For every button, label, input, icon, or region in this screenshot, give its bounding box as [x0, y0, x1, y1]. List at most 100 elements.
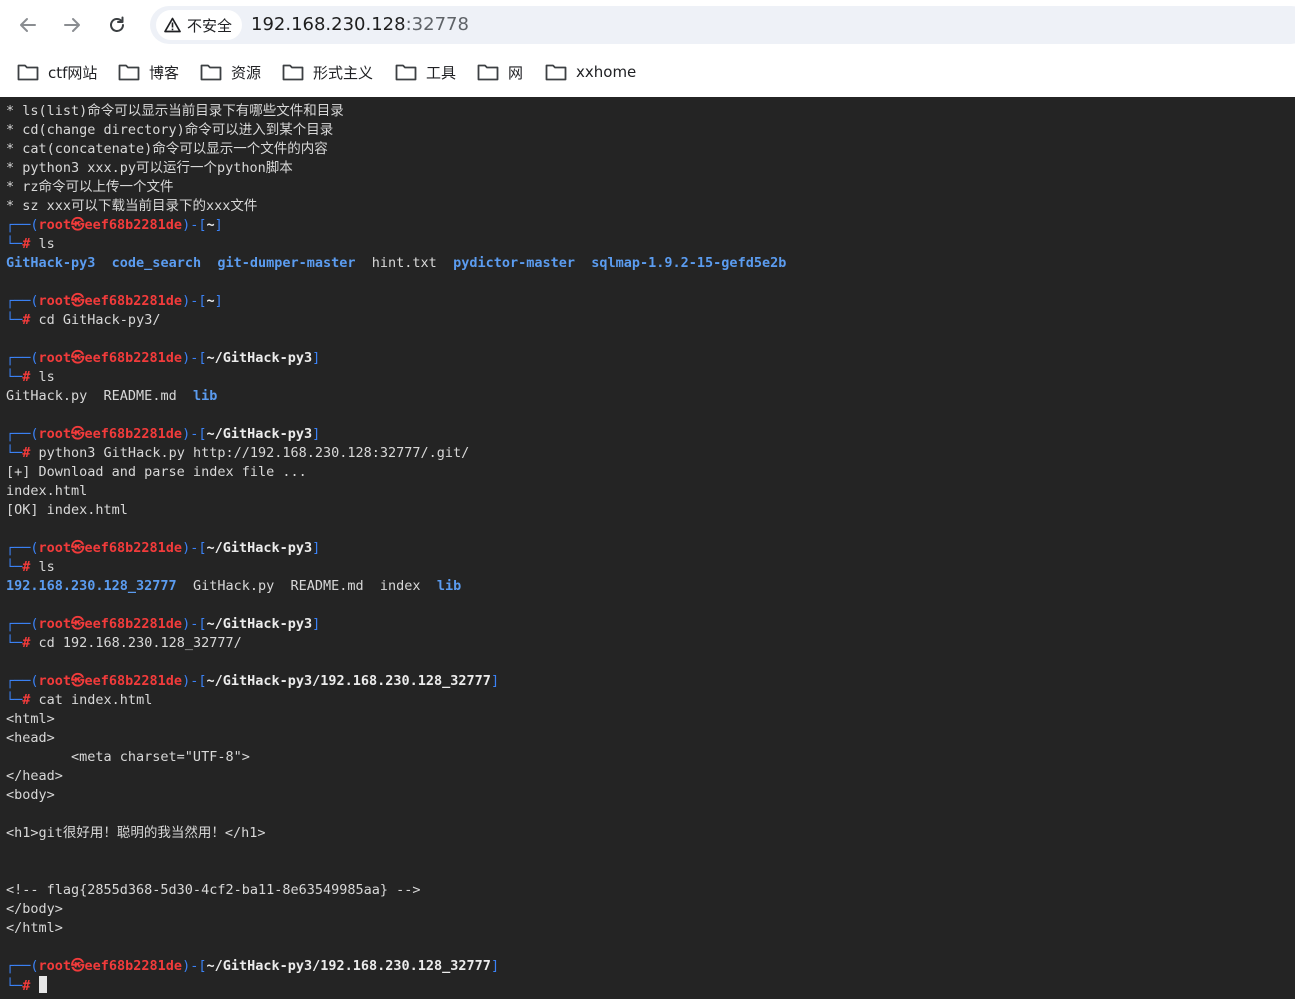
prompt-path: ~/GitHack-py3: [206, 350, 313, 366]
browser-toolbar: 不安全 192.168.230.128:32778: [0, 0, 1295, 50]
prompt-frame: └─: [6, 692, 23, 708]
bookmark-tools[interactable]: 工具: [395, 60, 456, 84]
help-line: * cd(change directory)命令可以进入到某个目录: [6, 121, 333, 140]
output-text: * rz命令可以上传一个文件: [6, 179, 174, 195]
folder-icon: [282, 64, 304, 81]
prompt-frame: └─: [6, 635, 23, 651]
prompt-path: ~/GitHack-py3/192.168.230.128_32777: [206, 673, 491, 689]
bookmarks-bar: ctf网站 博客 资源 形式主义 工具 网 xxhome: [0, 50, 1295, 97]
file-entry: index: [379, 578, 421, 594]
folder-icon: [395, 64, 417, 81]
ls-output: GitHack-py3 code_search git-dumper-maste…: [6, 254, 786, 273]
output-text: <body>: [6, 787, 55, 803]
output-text: * python3 xxx.py可以运行一个python脚本: [6, 160, 293, 176]
bookmark-ctf[interactable]: ctf网站: [17, 60, 97, 84]
prompt-frame: )-[: [182, 293, 207, 309]
prompt-line: ┌──(root㉿eef68b2281de)-[~/GitHack-py3]: [6, 349, 320, 368]
prompt-at: ㉿: [71, 426, 85, 442]
directory-entry: lib: [192, 388, 218, 404]
back-button[interactable]: [11, 8, 45, 42]
output-text: <html>: [6, 711, 55, 727]
bookmark-blog[interactable]: 博客: [118, 60, 179, 84]
forward-button[interactable]: [55, 8, 89, 42]
file-entry: GitHack.py: [192, 578, 275, 594]
prompt-hash: #: [22, 559, 39, 575]
cat-output-line: <meta charset="UTF-8">: [6, 748, 250, 767]
prompt-frame: ┌──(: [6, 350, 39, 366]
prompt-frame: )-[: [182, 958, 207, 974]
prompt-line: ┌──(root㉿eef68b2281de)-[~/GitHack-py3]: [6, 425, 320, 444]
prompt-host: eef68b2281de: [84, 673, 183, 689]
prompt-frame: )-[: [182, 673, 207, 689]
folder-icon: [200, 64, 222, 81]
output-text: <!-- flag{2855d368-5d30-4cf2-ba11-8e6354…: [6, 882, 421, 898]
prompt-frame: ]: [312, 540, 321, 556]
cat-output-line: </body>: [6, 900, 63, 919]
file-entry: hint.txt: [371, 255, 437, 271]
bookmark-xxhome[interactable]: xxhome: [545, 60, 636, 84]
url-text[interactable]: 192.168.230.128:32778: [251, 6, 469, 44]
prompt-frame: ┌──(: [6, 426, 39, 442]
bookmark-resources[interactable]: 资源: [200, 60, 261, 84]
warning-icon: [164, 17, 181, 33]
output-text: [+] Download and parse index file ...: [6, 464, 307, 480]
arrow-left-icon: [20, 18, 36, 32]
cat-output-line: <!-- flag{2855d368-5d30-4cf2-ba11-8e6354…: [6, 881, 421, 900]
prompt-hash: #: [22, 236, 39, 252]
directory-entry: lib: [436, 578, 462, 594]
bookmark-net[interactable]: 网: [477, 60, 523, 84]
security-chip[interactable]: 不安全: [156, 10, 243, 40]
bookmark-label: xxhome: [576, 63, 637, 81]
output-text: <meta charset="UTF-8">: [6, 749, 250, 765]
bookmark-label: 资源: [231, 63, 262, 82]
prompt-hash: #: [22, 445, 39, 461]
address-bar[interactable]: 不安全 192.168.230.128:32778: [150, 6, 1295, 44]
command-line: └─# ls: [6, 558, 55, 577]
prompt-user: root: [38, 958, 72, 974]
bookmark-label: 工具: [426, 63, 457, 82]
prompt-user: root: [38, 426, 72, 442]
prompt-path: ~/GitHack-py3: [206, 540, 313, 556]
output-text: * cd(change directory)命令可以进入到某个目录: [6, 122, 334, 138]
githack-output-line: [OK] index.html: [6, 501, 128, 520]
reload-icon: [110, 16, 124, 32]
prompt-at: ㉿: [71, 958, 85, 974]
prompt-user: root: [38, 673, 72, 689]
output-text: <head>: [6, 730, 55, 746]
prompt-host: eef68b2281de: [84, 540, 183, 556]
prompt-at: ㉿: [71, 673, 85, 689]
prompt-host: eef68b2281de: [84, 217, 183, 233]
prompt-hash: #: [22, 978, 39, 994]
prompt-user: root: [38, 616, 72, 632]
prompt-at: ㉿: [71, 616, 85, 632]
prompt-frame: └─: [6, 369, 23, 385]
prompt-frame: ]: [214, 217, 223, 233]
prompt-frame: └─: [6, 445, 23, 461]
output-text: <h1>git很好用！聪明的我当然用！</h1>: [6, 825, 266, 841]
command-line: └─# cd GitHack-py3/: [6, 311, 160, 330]
file-entry: README.md: [103, 388, 177, 404]
cat-output-line: </head>: [6, 767, 63, 786]
command-text: cd 192.168.230.128_32777/: [38, 635, 242, 651]
prompt-frame: └─: [6, 559, 23, 575]
prompt-frame: ]: [312, 426, 321, 442]
prompt-frame: ]: [490, 673, 500, 689]
terminal-output[interactable]: * ls(list)命令可以显示当前目录下有哪些文件和目录 * cd(change…: [0, 97, 1295, 999]
prompt-frame: ┌──(: [6, 673, 39, 689]
output-text: </head>: [6, 768, 63, 784]
directory-entry: pydictor-master: [453, 255, 575, 271]
file-entry: README.md: [290, 578, 364, 594]
help-line: * ls(list)命令可以显示当前目录下有哪些文件和目录: [6, 102, 344, 121]
cat-output-line: <html>: [6, 710, 55, 729]
prompt-line: ┌──(root㉿eef68b2281de)-[~/GitHack-py3/19…: [6, 957, 499, 976]
prompt-host: eef68b2281de: [84, 958, 183, 974]
output-text: </html>: [6, 920, 63, 936]
prompt-hash: #: [22, 369, 39, 385]
prompt-path: ~: [206, 293, 215, 309]
prompt-frame: ┌──(: [6, 540, 39, 556]
prompt-at: ㉿: [71, 350, 85, 366]
command-text: cd GitHack-py3/: [38, 312, 161, 328]
bookmark-formalism[interactable]: 形式主义: [282, 60, 373, 84]
reload-button[interactable]: [100, 8, 134, 42]
output-text: * cat(concatenate)命令可以显示一个文件的内容: [6, 141, 328, 157]
